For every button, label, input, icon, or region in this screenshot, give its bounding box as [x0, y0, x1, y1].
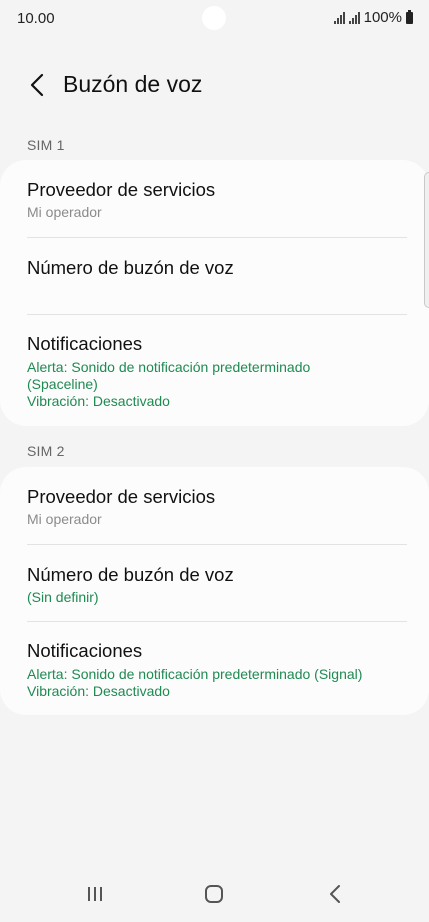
app-header: Buzón de voz: [0, 62, 429, 108]
voicemail-settings-screen: 10.00 100% Buzón de voz SIM 1 Proveedor …: [0, 0, 429, 922]
sim1-voicemail-number-title: Número de buzón de voz: [27, 257, 234, 278]
sim2-provider-item[interactable]: Proveedor de servicios Mi operador: [0, 467, 429, 545]
sim2-notifications-title: Notificaciones: [27, 640, 143, 661]
sim1-provider-item[interactable]: Proveedor de servicios Mi operador: [0, 160, 429, 238]
status-bar: 10.00 100%: [0, 0, 429, 36]
recent-apps-icon: [88, 887, 102, 901]
status-time: 10.00: [17, 10, 55, 27]
battery-icon: [406, 9, 413, 24]
sim2-notification-vibration: Vibración: Desactivado: [27, 683, 170, 699]
sim2-provider-value: Mi operador: [27, 511, 102, 527]
home-button[interactable]: [194, 880, 234, 908]
status-indicators: 100%: [333, 9, 413, 26]
back-button[interactable]: [20, 68, 54, 102]
sim2-provider-title: Proveedor de servicios: [27, 486, 216, 507]
camera-cutout: [202, 6, 226, 30]
sim2-section-label: SIM 2: [27, 443, 65, 459]
sim1-voicemail-number-item[interactable]: Número de buzón de voz: [0, 238, 429, 315]
recent-apps-button[interactable]: [75, 880, 115, 908]
sim2-voicemail-number-title: Número de buzón de voz: [27, 564, 234, 585]
sim1-notification-vibration: Vibración: Desactivado: [27, 393, 170, 409]
sim1-notification-alert: Alerta: Sonido de notificación predeterm…: [27, 359, 311, 375]
chevron-left-icon: [30, 73, 44, 97]
sim2-voicemail-number-value: (Sin definir): [27, 589, 99, 605]
sim2-notification-alert: Alerta: Sonido de notificación predeterm…: [27, 666, 363, 682]
sim2-card: Proveedor de servicios Mi operador Númer…: [0, 467, 429, 715]
signal-sim2-icon: [348, 11, 360, 24]
battery-percentage: 100%: [363, 9, 402, 26]
home-icon: [205, 885, 223, 903]
sim1-provider-title: Proveedor de servicios: [27, 179, 216, 200]
sim1-notification-alert-sound: (Spaceline): [27, 376, 98, 392]
scroll-indicator[interactable]: [424, 172, 429, 308]
sim2-voicemail-number-item[interactable]: Número de buzón de voz (Sin definir): [0, 545, 429, 622]
signal-sim1-icon: [333, 11, 345, 24]
sim1-provider-value: Mi operador: [27, 204, 102, 220]
nav-back-button[interactable]: [315, 880, 355, 908]
sim1-card: Proveedor de servicios Mi operador Númer…: [0, 160, 429, 426]
page-title: Buzón de voz: [63, 71, 203, 97]
back-icon: [330, 885, 340, 903]
sim1-notifications-title: Notificaciones: [27, 333, 143, 354]
system-nav-bar: [0, 866, 429, 922]
sim1-section-label: SIM 1: [27, 137, 65, 153]
sim1-notifications-item[interactable]: Notificaciones Alerta: Sonido de notific…: [0, 315, 429, 426]
sim2-notifications-item[interactable]: Notificaciones Alerta: Sonido de notific…: [0, 622, 429, 715]
